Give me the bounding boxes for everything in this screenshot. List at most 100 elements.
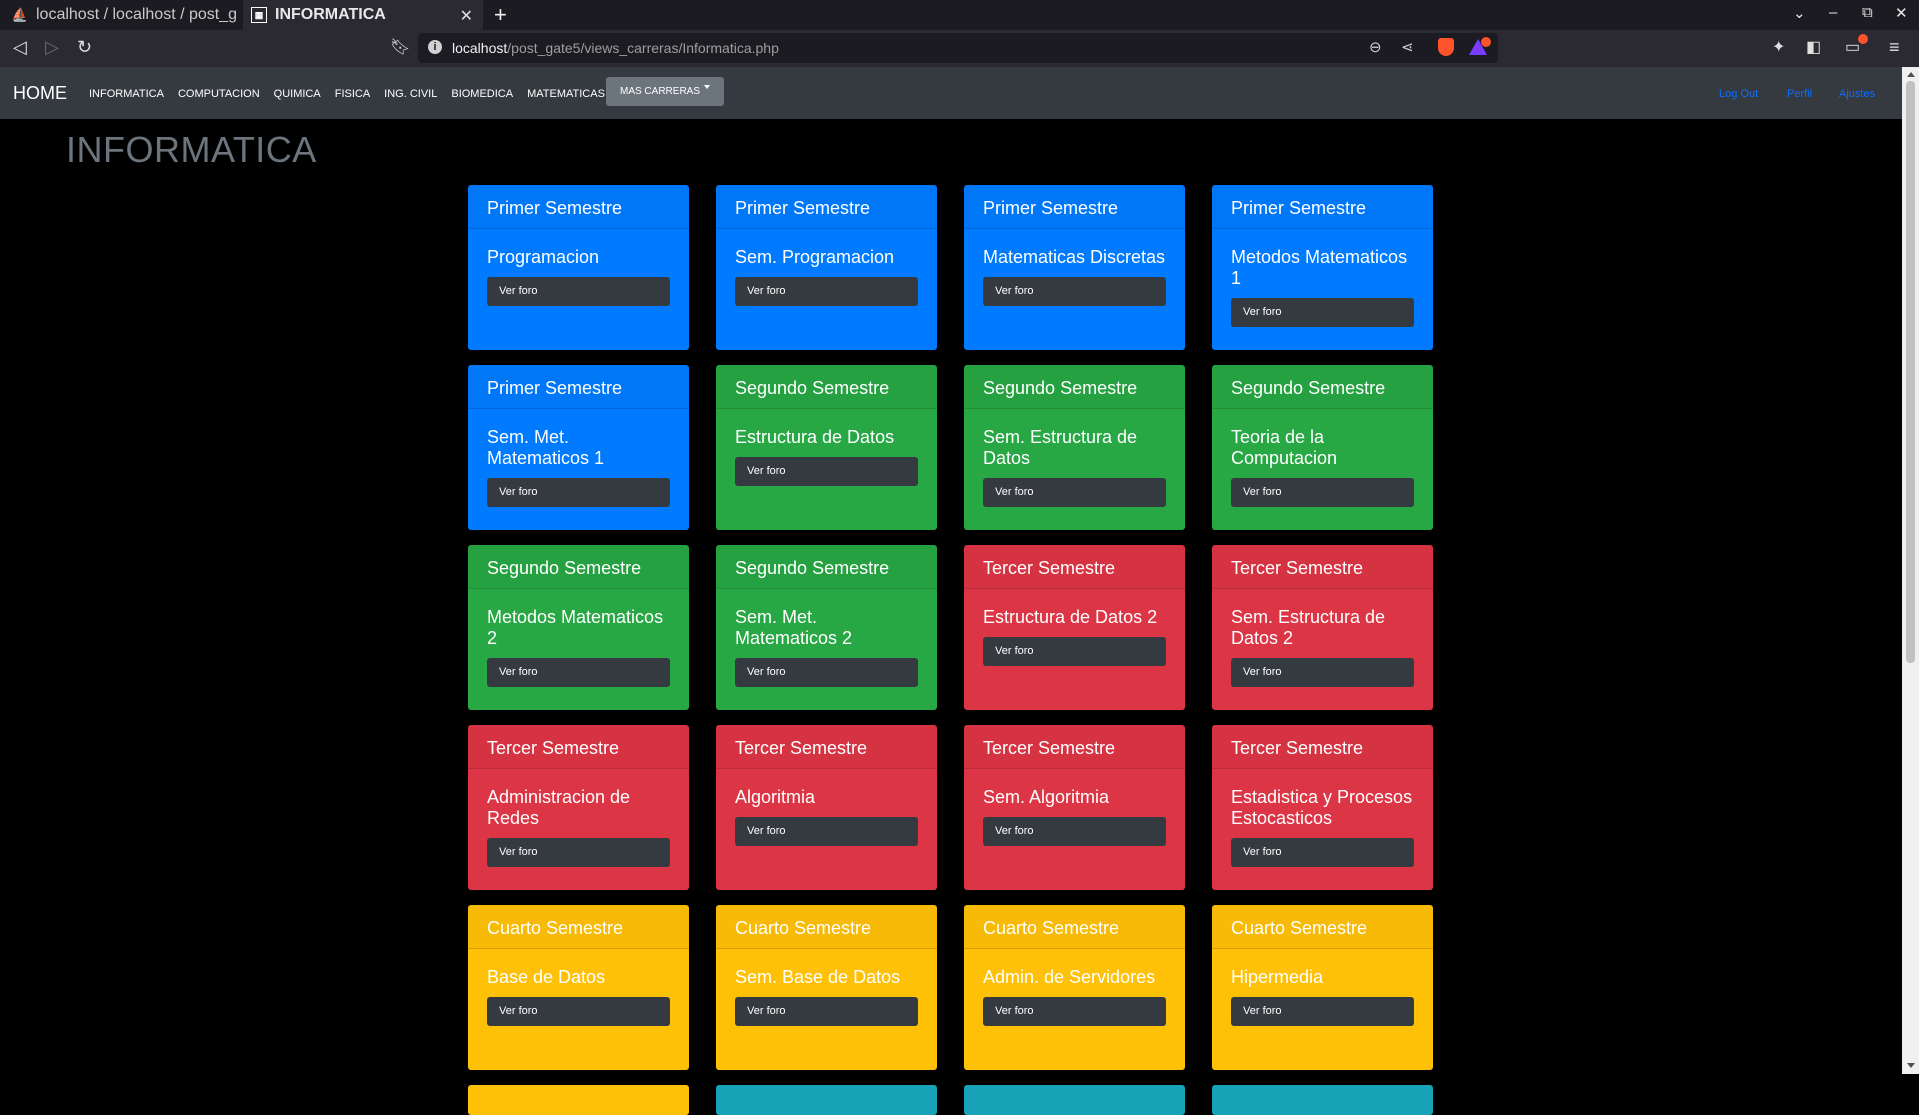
- course-card: Primer Semestre Sem. Met. Matematicos 1 Ve…: [468, 365, 689, 530]
- reload-icon[interactable]: ↻: [77, 37, 92, 58]
- card-semester: Tercer Semestre: [1212, 725, 1433, 769]
- card-course-name: Estructura de Datos 2: [983, 607, 1158, 627]
- card-body: Sem. Base de Datos Ver foro: [716, 949, 937, 1026]
- card-course-name: Hipermedia: [1231, 967, 1324, 987]
- sidebar-icon[interactable]: ◧: [1806, 37, 1821, 57]
- card-body: Algoritmia Ver foro: [716, 769, 937, 846]
- card-body: Sem. Algoritmia Ver foro: [964, 769, 1185, 846]
- brave-shields-icon[interactable]: [1438, 38, 1454, 56]
- browser-tab-active[interactable]: ▦ INFORMATICA ✕: [243, 0, 483, 30]
- browser-tab[interactable]: ⛵ localhost / localhost / post_g: [0, 0, 242, 30]
- logout-link[interactable]: Log Out: [1719, 88, 1758, 100]
- site-info-icon[interactable]: i: [428, 40, 442, 54]
- ver-foro-button[interactable]: Ver foro: [735, 457, 918, 486]
- course-card: Primer Semestre Sem. Programacion Ver foro: [716, 185, 937, 350]
- nav-link-matematicas[interactable]: MATEMATICAS: [527, 88, 605, 100]
- card-semester: Cuarto Semestre: [1212, 905, 1433, 949]
- tab-list-chevron-icon[interactable]: ⌄: [1793, 4, 1806, 22]
- ver-foro-button[interactable]: Ver foro: [1231, 997, 1414, 1026]
- course-card: Tercer Semestre Estadistica y Procesos Es…: [1212, 725, 1433, 890]
- card-course-name: Teoria de la Computacion: [1231, 427, 1338, 468]
- course-card-partial: [716, 1085, 937, 1115]
- card-body: Base de Datos Ver foro: [468, 949, 689, 1026]
- card-semester: Primer Semestre: [468, 185, 689, 229]
- card-body: Admin. de Servidores Ver foro: [964, 949, 1185, 1026]
- course-card: Tercer Semestre Sem. Algoritmia Ver foro: [964, 725, 1185, 890]
- back-icon[interactable]: ◁: [13, 37, 27, 58]
- forward-icon[interactable]: ▷: [45, 37, 59, 58]
- nav-link-biomedica[interactable]: BIOMEDICA: [451, 88, 513, 100]
- ajustes-link[interactable]: Ajustes: [1839, 88, 1875, 100]
- close-window-icon[interactable]: ✕: [1895, 4, 1908, 22]
- ver-foro-button[interactable]: Ver foro: [1231, 658, 1414, 687]
- card-course-name: Sem. Estructura de Datos 2: [1231, 607, 1386, 648]
- scroll-down-arrow-icon[interactable]: [1907, 1063, 1915, 1068]
- address-bar[interactable]: i localhost/post_gate5/views_carreras/In…: [418, 33, 1498, 63]
- nav-link-informatica[interactable]: INFORMATICA: [89, 88, 164, 100]
- card-body: Estadistica y Procesos Estocasticos Ver f…: [1212, 769, 1433, 867]
- nav-link-computacion[interactable]: COMPUTACION: [178, 88, 260, 100]
- ver-foro-button[interactable]: Ver foro: [1231, 478, 1414, 507]
- ver-foro-button[interactable]: Ver foro: [983, 817, 1166, 846]
- ver-foro-button[interactable]: Ver foro: [983, 277, 1166, 306]
- page-scrollbar[interactable]: [1902, 67, 1919, 1074]
- card-body: Programacion Ver foro: [468, 229, 689, 306]
- course-card: Segundo Semestre Metodos Matematicos 2 Ver…: [468, 545, 689, 710]
- ver-foro-button[interactable]: Ver foro: [983, 478, 1166, 507]
- course-card: Tercer Semestre Algoritmia Ver foro: [716, 725, 937, 890]
- menu-icon[interactable]: ≡: [1889, 37, 1900, 58]
- scroll-up-arrow-icon[interactable]: [1907, 72, 1915, 77]
- ver-foro-button[interactable]: Ver foro: [983, 997, 1166, 1026]
- nav-link-quimica[interactable]: QUIMICA: [274, 88, 321, 100]
- course-card: Cuarto Semestre Admin. de Servidores Ver f…: [964, 905, 1185, 1070]
- card-semester: Segundo Semestre: [716, 545, 937, 589]
- ver-foro-button[interactable]: Ver foro: [487, 658, 670, 687]
- card-body: Sem. Estructura de Datos Ver foro: [964, 409, 1185, 507]
- zoom-out-icon[interactable]: ⊖: [1369, 38, 1382, 56]
- ver-foro-button[interactable]: Ver foro: [735, 658, 918, 687]
- bookmark-icon[interactable]: 🔖︎: [390, 37, 410, 57]
- card-body: Sem. Met. Matematicos 2 Ver foro: [716, 589, 937, 687]
- close-tab-icon[interactable]: ✕: [460, 6, 473, 26]
- browser-toolbar: ◁ ▷ ↻ 🔖︎ i localhost/post_gate5/views_ca…: [0, 30, 1919, 67]
- card-course-name: Sem. Met. Matematicos 2: [735, 607, 853, 648]
- course-card: Primer Semestre Programacion Ver foro: [468, 185, 689, 350]
- share-icon[interactable]: ⋖: [1401, 38, 1414, 56]
- ver-foro-button[interactable]: Ver foro: [735, 997, 918, 1026]
- new-tab-icon[interactable]: +: [494, 2, 507, 28]
- mas-carreras-dropdown[interactable]: MAS CARRERAS: [606, 77, 724, 106]
- card-semester: Tercer Semestre: [964, 545, 1185, 589]
- perfil-link[interactable]: Perfil: [1787, 88, 1812, 100]
- card-body: Sem. Met. Matematicos 1 Ver foro: [468, 409, 689, 507]
- ver-foro-button[interactable]: Ver foro: [735, 277, 918, 306]
- card-body: Metodos Matematicos 1 Ver foro: [1212, 229, 1433, 327]
- course-grid: Primer Semestre Programacion Ver foro Prime…: [468, 185, 1436, 1115]
- card-course-name: Sem. Met. Matematicos 1: [487, 427, 605, 468]
- tab-title: INFORMATICA: [275, 6, 386, 23]
- ver-foro-button[interactable]: Ver foro: [735, 817, 918, 846]
- course-card: Tercer Semestre Administracion de Redes Ve…: [468, 725, 689, 890]
- course-card-partial: [964, 1085, 1185, 1115]
- card-body: Hipermedia Ver foro: [1212, 949, 1433, 1026]
- extensions-icon[interactable]: ✦: [1772, 37, 1785, 57]
- home-link[interactable]: HOME: [13, 83, 67, 104]
- ver-foro-button[interactable]: Ver foro: [487, 997, 670, 1026]
- minimize-icon[interactable]: –: [1829, 4, 1837, 21]
- ver-foro-button[interactable]: Ver foro: [487, 838, 670, 867]
- url-path: /post_gate5/views_carreras/Informatica.p…: [507, 40, 779, 56]
- ver-foro-button[interactable]: Ver foro: [1231, 298, 1414, 327]
- card-semester: Primer Semestre: [964, 185, 1185, 229]
- nav-link-fisica[interactable]: FISICA: [335, 88, 370, 100]
- course-card-partial: [1212, 1085, 1433, 1115]
- ver-foro-button[interactable]: Ver foro: [487, 478, 670, 507]
- wallet-badge: [1858, 34, 1868, 44]
- card-semester: Segundo Semestre: [716, 365, 937, 409]
- restore-icon[interactable]: ⧉: [1862, 4, 1873, 21]
- scrollbar-thumb[interactable]: [1906, 81, 1915, 663]
- ver-foro-button[interactable]: Ver foro: [487, 277, 670, 306]
- ver-foro-button[interactable]: Ver foro: [983, 637, 1166, 666]
- course-card: Primer Semestre Metodos Matematicos 1 Ver …: [1212, 185, 1433, 350]
- course-card: Primer Semestre Matematicas Discretas Ver …: [964, 185, 1185, 350]
- ver-foro-button[interactable]: Ver foro: [1231, 838, 1414, 867]
- nav-link-ing-civil[interactable]: ING. CIVIL: [384, 88, 437, 100]
